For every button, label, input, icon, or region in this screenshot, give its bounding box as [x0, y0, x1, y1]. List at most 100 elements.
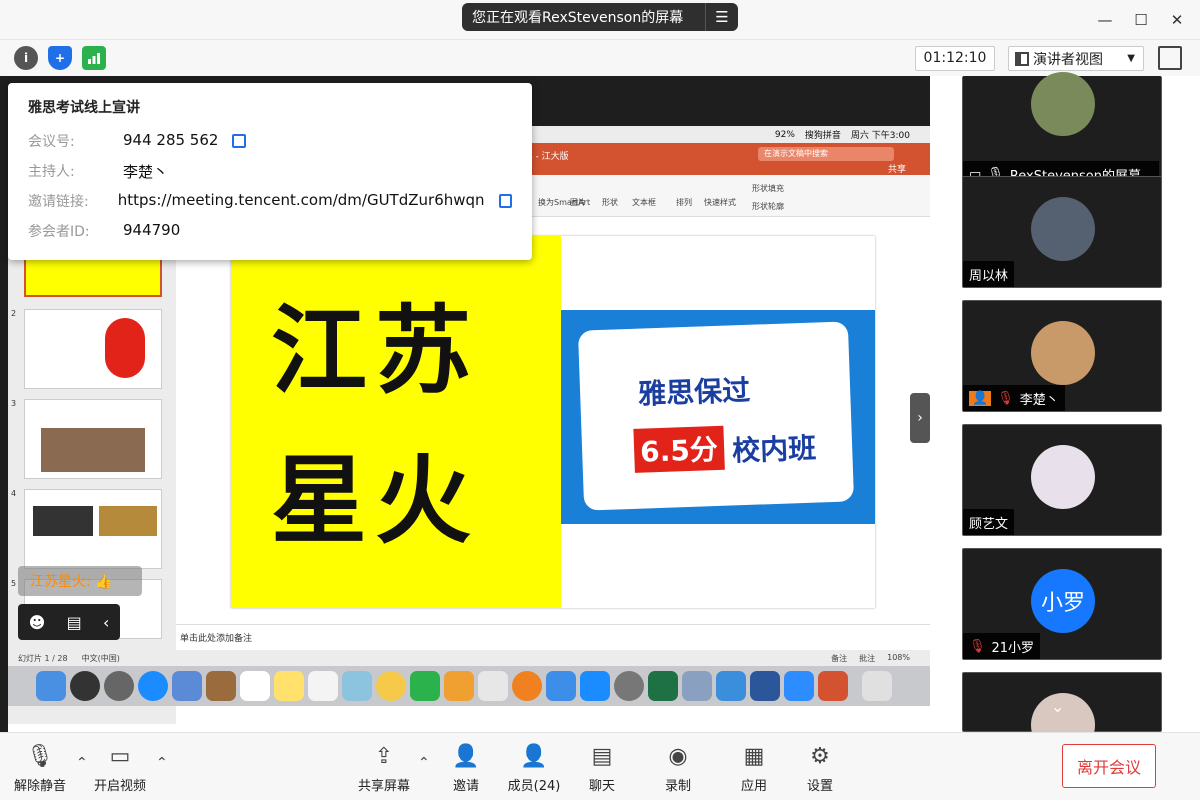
gear-icon: ⚙ — [810, 743, 830, 769]
contacts-icon — [206, 671, 236, 701]
video-off-icon: ▭ — [109, 743, 131, 769]
language: 中文(中国) — [81, 653, 120, 663]
invite-button[interactable]: 👤 邀请 — [434, 741, 498, 795]
info-icon[interactable]: i — [14, 46, 38, 70]
share-screen-label: 共享屏幕 — [357, 779, 410, 794]
unmute-button[interactable]: 🎙 解除静音 — [8, 741, 72, 795]
sharing-banner-text: 您正在观看RexStevenson的屏幕 — [472, 10, 684, 26]
preview-icon — [342, 671, 372, 701]
meeting-app-icon — [784, 671, 814, 701]
signal-icon[interactable] — [82, 46, 106, 70]
video-tile[interactable]: ⌄ — [962, 672, 1162, 757]
emoji-icon[interactable]: ☻ — [29, 613, 46, 632]
chevron-up-icon[interactable]: ⌃ — [418, 755, 430, 771]
chevron-left-icon[interactable]: ‹ — [103, 613, 109, 632]
signal-bars-icon — [88, 53, 100, 64]
minimize-button[interactable]: — — [1094, 10, 1116, 30]
meeting-toolbar: 🎙 解除静音 ⌃ ▭ 开启视频 ⌃ ⇪ 共享屏幕 ⌃ 👤 邀请 👤 成员(24)… — [0, 732, 1200, 800]
invite-link-label: 邀请链接: — [28, 194, 89, 210]
share-screen-icon: ⇪ — [374, 743, 394, 769]
ribbon-item: 文本框 — [632, 198, 656, 207]
apps-button[interactable]: ▦ 应用 — [722, 741, 786, 795]
layout-icon — [1015, 51, 1029, 66]
slide-number: 2 — [11, 309, 17, 318]
pages-icon — [444, 671, 474, 701]
reminders-icon — [308, 671, 338, 701]
word-icon — [750, 671, 780, 701]
participant-video-panel: ▭ 🎙 RexStevenson的屏幕... 周以林 👤 🎙 李楚丶 顾艺文 小… — [930, 72, 1200, 757]
thumb-photo — [33, 506, 93, 536]
ribbon-item: 形状 — [602, 198, 618, 207]
chevron-up-icon[interactable]: ⌃ — [156, 755, 168, 771]
video-tile[interactable]: 👤 🎙 李楚丶 — [962, 300, 1162, 412]
members-button[interactable]: 👤 成员(24) — [502, 741, 566, 795]
participant-name: 21小罗 — [991, 640, 1035, 656]
thumbs-up-icon: 👍 — [95, 574, 113, 590]
record-button[interactable]: ◉ 录制 — [646, 741, 710, 795]
apps-label: 应用 — [740, 779, 767, 794]
zoom-level: 108% — [887, 652, 910, 662]
thumb-photo — [41, 428, 145, 472]
chat-bubble-icon[interactable]: ▤ — [67, 613, 82, 632]
members-icon: 👤 — [520, 743, 548, 769]
slide-yellow-panel: 江苏 星火 — [231, 236, 561, 608]
list-icon[interactable]: ☰ — [706, 8, 738, 26]
add-user-icon: 👤 — [452, 743, 480, 769]
image-capture-icon — [682, 671, 712, 701]
app-store-icon — [580, 671, 610, 701]
record-icon: ◉ — [668, 743, 688, 769]
leave-meeting-button[interactable]: 离开会议 — [1062, 744, 1156, 788]
participant-id-value: 944790 — [123, 221, 181, 239]
slide-big-title: 江苏 星火 — [271, 276, 531, 576]
chat-button[interactable]: ▤ 聊天 — [570, 741, 634, 795]
meeting-id-label: 会议号: — [28, 134, 75, 150]
close-button[interactable]: ✕ — [1166, 10, 1188, 30]
copy-icon[interactable] — [232, 134, 247, 148]
security-shield-icon[interactable]: + — [48, 46, 72, 70]
maximize-button[interactable]: ☐ — [1130, 10, 1152, 30]
ribbon-item: 快速样式 — [704, 198, 736, 207]
ribbon-item: 排列 — [676, 198, 692, 207]
meeting-id-row: 会议号: 944 285 562 — [28, 131, 512, 161]
view-mode-dropdown[interactable]: 演讲者视图 ▼ — [1008, 46, 1144, 71]
ppt-search: 在演示文稿中搜索 — [758, 147, 894, 161]
unmute-label: 解除静音 — [13, 779, 66, 794]
ppt-share: 共享 — [888, 165, 907, 175]
slide-thumbnail-2 — [24, 309, 162, 389]
calendar-icon — [240, 671, 270, 701]
participant-name: 周以林 — [969, 268, 1009, 284]
participant-name-bar: 顾艺文 — [963, 509, 1015, 535]
floating-mini-toolbar: ☻ ▤ ‹ — [18, 604, 120, 640]
share-screen-button[interactable]: ⇪ 共享屏幕 — [352, 741, 416, 795]
notes-toggle: 备注 — [831, 653, 848, 663]
video-tile[interactable]: 顾艺文 — [962, 424, 1162, 536]
video-tile[interactable]: 小罗 🎙 21小罗 — [962, 548, 1162, 660]
fullscreen-icon[interactable] — [1158, 46, 1182, 70]
apps-grid-icon: ▦ — [743, 743, 765, 769]
start-video-label: 开启视频 — [93, 779, 146, 794]
chat-icon: ▤ — [591, 743, 613, 769]
ribbon-item: 图片 — [570, 198, 586, 207]
invite-link-value[interactable]: https://meeting.tencent.com/dm/GUTdZur6h… — [118, 191, 485, 209]
microphone-muted-icon: 🎙 — [969, 638, 986, 654]
settings-button[interactable]: ⚙ 设置 — [788, 741, 852, 795]
start-video-button[interactable]: ▭ 开启视频 — [88, 741, 152, 795]
video-tile[interactable]: ▭ 🎙 RexStevenson的屏幕... — [962, 72, 1162, 188]
clock: 周六 下午3:00 — [850, 131, 910, 141]
avatar — [1031, 197, 1095, 261]
chevron-down-icon[interactable]: ⌄ — [1051, 697, 1064, 716]
screen-share-banner[interactable]: 您正在观看RexStevenson的屏幕 ☰ — [462, 3, 738, 31]
participant-name-bar: 🎙 21小罗 — [963, 633, 1041, 659]
chevron-up-icon[interactable]: ⌃ — [76, 755, 88, 771]
thumb-photo — [99, 506, 157, 536]
battery-level: 92% — [774, 129, 795, 140]
ribbon-item: 形状轮廓 — [752, 202, 784, 211]
video-tile[interactable]: 周以林 — [962, 176, 1162, 288]
slide-thumbnail-3 — [24, 399, 162, 479]
input-method: 搜狗拼音 — [804, 131, 841, 141]
slide-title-line2: 星火 — [271, 445, 479, 557]
collapse-panel-button[interactable]: › — [910, 393, 930, 443]
copy-icon[interactable] — [498, 194, 512, 208]
excel-icon — [648, 671, 678, 701]
slide-number: 4 — [11, 489, 17, 498]
